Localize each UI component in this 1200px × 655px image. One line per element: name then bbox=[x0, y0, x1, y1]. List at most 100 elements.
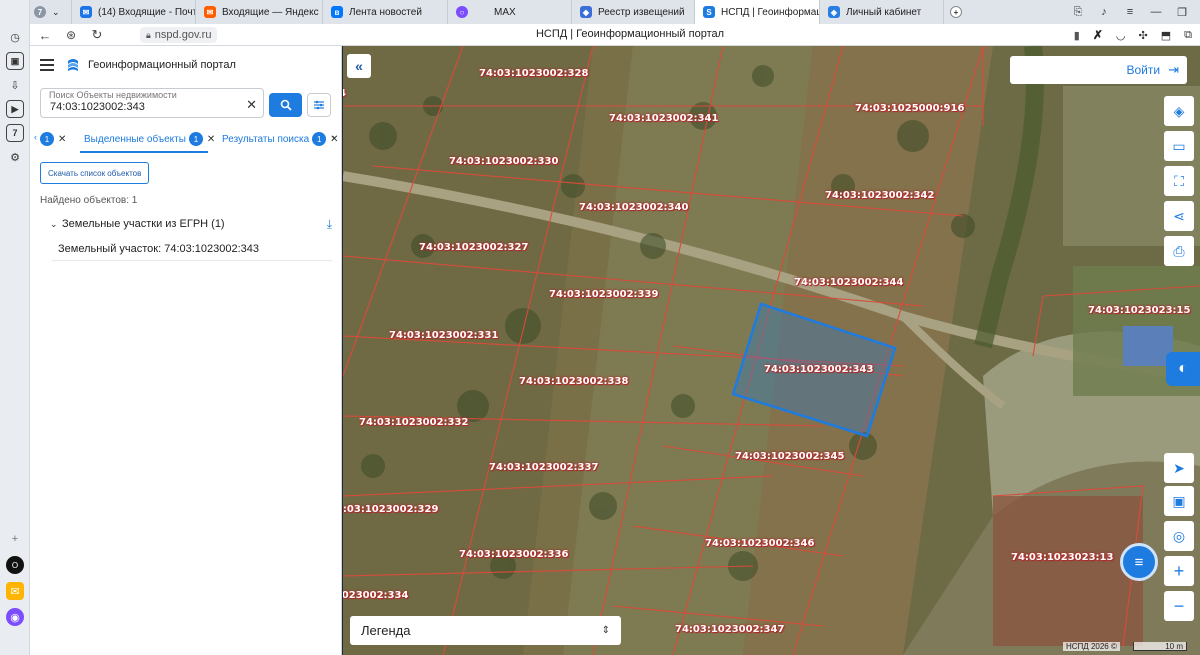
share-map-button[interactable]: ⋖ bbox=[1164, 201, 1194, 231]
parcel-label[interactable]: 74:03:1023002:345 bbox=[735, 451, 844, 462]
collapse-panel-button[interactable]: « bbox=[347, 54, 371, 78]
selected-parcel-label[interactable]: 74:03:1023002:343 bbox=[764, 364, 873, 375]
select-area-button[interactable]: ⛶ bbox=[1164, 166, 1194, 196]
maximize-icon[interactable]: ❐ bbox=[1174, 4, 1190, 20]
url-field[interactable]: 🔒︎ nspd.gov.ru bbox=[140, 27, 218, 43]
bell-icon[interactable]: ♪ bbox=[1096, 4, 1112, 20]
parcel-label[interactable]: 74:03:1025000:916 bbox=[855, 103, 964, 114]
parcel-label[interactable]: 74:03:1023002:332 bbox=[359, 417, 468, 428]
parcel-label[interactable]: 74:03:1023002:342 bbox=[825, 190, 934, 201]
search-input[interactable]: Поиск Объекты недвижимости 74:03:1023002… bbox=[40, 88, 264, 118]
parcel-label[interactable]: 74:03:1023002:346 bbox=[705, 538, 814, 549]
add-panel-icon[interactable]: + bbox=[6, 530, 24, 548]
tab-yandex-mail[interactable]: ✉ Входящие — Яндекс Почта bbox=[196, 0, 323, 24]
parcel-label[interactable]: 74:03:1023002:330 bbox=[449, 156, 558, 167]
tab-nspd-active[interactable]: S НСПД | Геоинформац ✕ bbox=[695, 0, 820, 24]
search-button[interactable] bbox=[269, 93, 302, 117]
search-value[interactable]: 74:03:1023002:343 bbox=[50, 101, 145, 113]
tab-bar-tools: ⎘ ♪ ≡ — ❐ bbox=[1070, 0, 1200, 24]
parcel-label[interactable]: 74:03:1023002:340 bbox=[579, 202, 688, 213]
protect-icon[interactable]: ⊛ bbox=[62, 26, 80, 44]
filter-button[interactable] bbox=[307, 93, 331, 117]
legend-dropdown[interactable]: Легенда ⇕ bbox=[350, 616, 621, 645]
ruler-button[interactable]: ▭ bbox=[1164, 131, 1194, 161]
clear-icon[interactable]: ✕ bbox=[246, 97, 257, 113]
minimap-button[interactable]: ▣ bbox=[1164, 486, 1194, 516]
tab-selected-objects[interactable]: Выделенные объекты 1 ✕ bbox=[84, 132, 215, 146]
tab-registry[interactable]: ◆ Реестр извещений bbox=[572, 0, 695, 24]
tab-cabinet[interactable]: ◈ Личный кабинет bbox=[820, 0, 944, 24]
chevron-down-icon[interactable]: ⌄ bbox=[50, 219, 60, 230]
profile-icon[interactable]: ⧉ bbox=[1184, 29, 1192, 42]
zoom-in-button[interactable]: + bbox=[1164, 556, 1194, 586]
tab-selected-close-icon[interactable]: ✕ bbox=[207, 134, 215, 145]
login-button[interactable]: Войти ⇥ bbox=[1010, 56, 1187, 84]
geolocate-button[interactable]: ➤ bbox=[1164, 453, 1194, 483]
tab-counter[interactable]: 7 ⌄ bbox=[30, 0, 72, 24]
compass-button[interactable]: ◎ bbox=[1164, 521, 1194, 551]
share-icon: ⋖ bbox=[1173, 207, 1185, 224]
parcel-label[interactable]: 74:03:1023002:328 bbox=[479, 68, 588, 79]
parcel-label[interactable]: 74:03:1023002:337 bbox=[489, 462, 598, 473]
group-label: Земельные участки из ЕГРН (1) bbox=[62, 218, 225, 230]
support-chat-button[interactable]: ≡ bbox=[1120, 543, 1158, 581]
yandex-mail-panel-icon[interactable]: ✉ bbox=[6, 582, 24, 600]
tab-results-label: Результаты поиска bbox=[222, 133, 310, 145]
tab-max[interactable]: ○ MAX bbox=[448, 0, 572, 24]
collections-icon[interactable]: ▣ bbox=[6, 52, 24, 70]
reload-icon[interactable]: ↻ bbox=[88, 26, 106, 44]
parcel-label[interactable]: 74:03:1023023:13 bbox=[1011, 552, 1113, 563]
tabs-scroll-left-icon[interactable]: ‹ bbox=[34, 132, 37, 142]
app-icon[interactable]: O bbox=[6, 556, 24, 574]
download-icon[interactable]: ⤓ bbox=[327, 217, 332, 232]
tab-vk[interactable]: в Лента новостей bbox=[323, 0, 448, 24]
tab-label: Лента новостей bbox=[349, 6, 422, 18]
minimize-icon[interactable]: — bbox=[1148, 4, 1164, 20]
parcel-label[interactable]: 74:03:1023023:15 bbox=[1088, 305, 1190, 316]
tab-previous[interactable]: 1 ✕ bbox=[40, 132, 66, 146]
parcel-label[interactable]: 74:03:1023002:341 bbox=[609, 113, 718, 124]
url-text: nspd.gov.ru bbox=[154, 29, 212, 41]
group-land-plots[interactable]: ⌄ Земельные участки из ЕГРН (1) ⤓ bbox=[50, 217, 332, 231]
parcel-label[interactable]: 74:03:1023002:327 bbox=[419, 242, 528, 253]
extensions-icon[interactable]: ✣ bbox=[1139, 29, 1148, 42]
parcel-label[interactable]: 74:03:1023002:339 bbox=[549, 289, 658, 300]
tab-search-results[interactable]: Результаты поиска 1 ✕ bbox=[222, 132, 339, 146]
chat-lines-icon: ≡ bbox=[1134, 553, 1144, 571]
plus-icon: + bbox=[1173, 560, 1185, 581]
parcel-label[interactable]: 74:03:1023002:331 bbox=[389, 330, 498, 341]
help-side-button[interactable]: ◐ bbox=[1166, 352, 1200, 386]
back-icon[interactable]: ← bbox=[36, 26, 54, 44]
result-item[interactable]: Земельный участок: 74:03:1023002:343 bbox=[52, 237, 332, 261]
seven-icon[interactable]: 7 bbox=[6, 124, 24, 142]
address-tools: ▮ ✗ ◡ ✣ ⬒ ⧉ bbox=[1074, 26, 1192, 44]
parcel-label[interactable]: 74:03:1023002:334 bbox=[343, 590, 408, 601]
tab-previous-close-icon[interactable]: ✕ bbox=[58, 134, 66, 145]
zoom-out-button[interactable]: − bbox=[1164, 591, 1194, 621]
map-view[interactable]: 74:03:1023002:328 74:03:1023002:341 74:0… bbox=[343, 46, 1200, 655]
menu-icon[interactable]: ≡ bbox=[1122, 4, 1138, 20]
parcel-label[interactable]: 74:03:1023002:344 bbox=[794, 277, 903, 288]
alice-icon[interactable]: ◉ bbox=[6, 608, 24, 626]
settings-icon[interactable]: ⚙ bbox=[6, 148, 24, 166]
parcel-label[interactable]: 74:03:1023002:336 bbox=[459, 549, 568, 560]
menu-burger-icon[interactable] bbox=[40, 59, 54, 71]
bookmarks-icon[interactable]: ⎘ bbox=[1070, 4, 1086, 20]
parcel-label[interactable]: 74:03:1023002:347 bbox=[675, 624, 784, 635]
tabs-scroll-right-icon[interactable]: › bbox=[332, 132, 335, 142]
minimap-icon: ▣ bbox=[1172, 492, 1186, 509]
history-icon[interactable]: ◷ bbox=[6, 28, 24, 46]
new-tab-button[interactable]: + bbox=[944, 0, 970, 24]
downloads-icon[interactable]: ⇩ bbox=[6, 76, 24, 94]
translate-icon[interactable]: ✗ bbox=[1093, 28, 1103, 42]
parcel-label[interactable]: 74:03:1023002:329 bbox=[343, 504, 438, 515]
layers-button[interactable]: ◈ bbox=[1164, 96, 1194, 126]
print-button[interactable]: ⎙ bbox=[1164, 236, 1194, 266]
download-list-button[interactable]: Скачать список объектов bbox=[40, 162, 150, 184]
share-icon[interactable]: ⬒ bbox=[1161, 29, 1171, 42]
bookmark-icon[interactable]: ▮ bbox=[1074, 29, 1080, 42]
parcel-label[interactable]: 74:03:1023002:338 bbox=[519, 376, 628, 387]
reader-icon[interactable]: ◡ bbox=[1116, 29, 1126, 42]
notes-icon[interactable]: ▶ bbox=[6, 100, 24, 118]
tab-mail[interactable]: ✉ (14) Входящие - Почта Ма bbox=[72, 0, 196, 24]
